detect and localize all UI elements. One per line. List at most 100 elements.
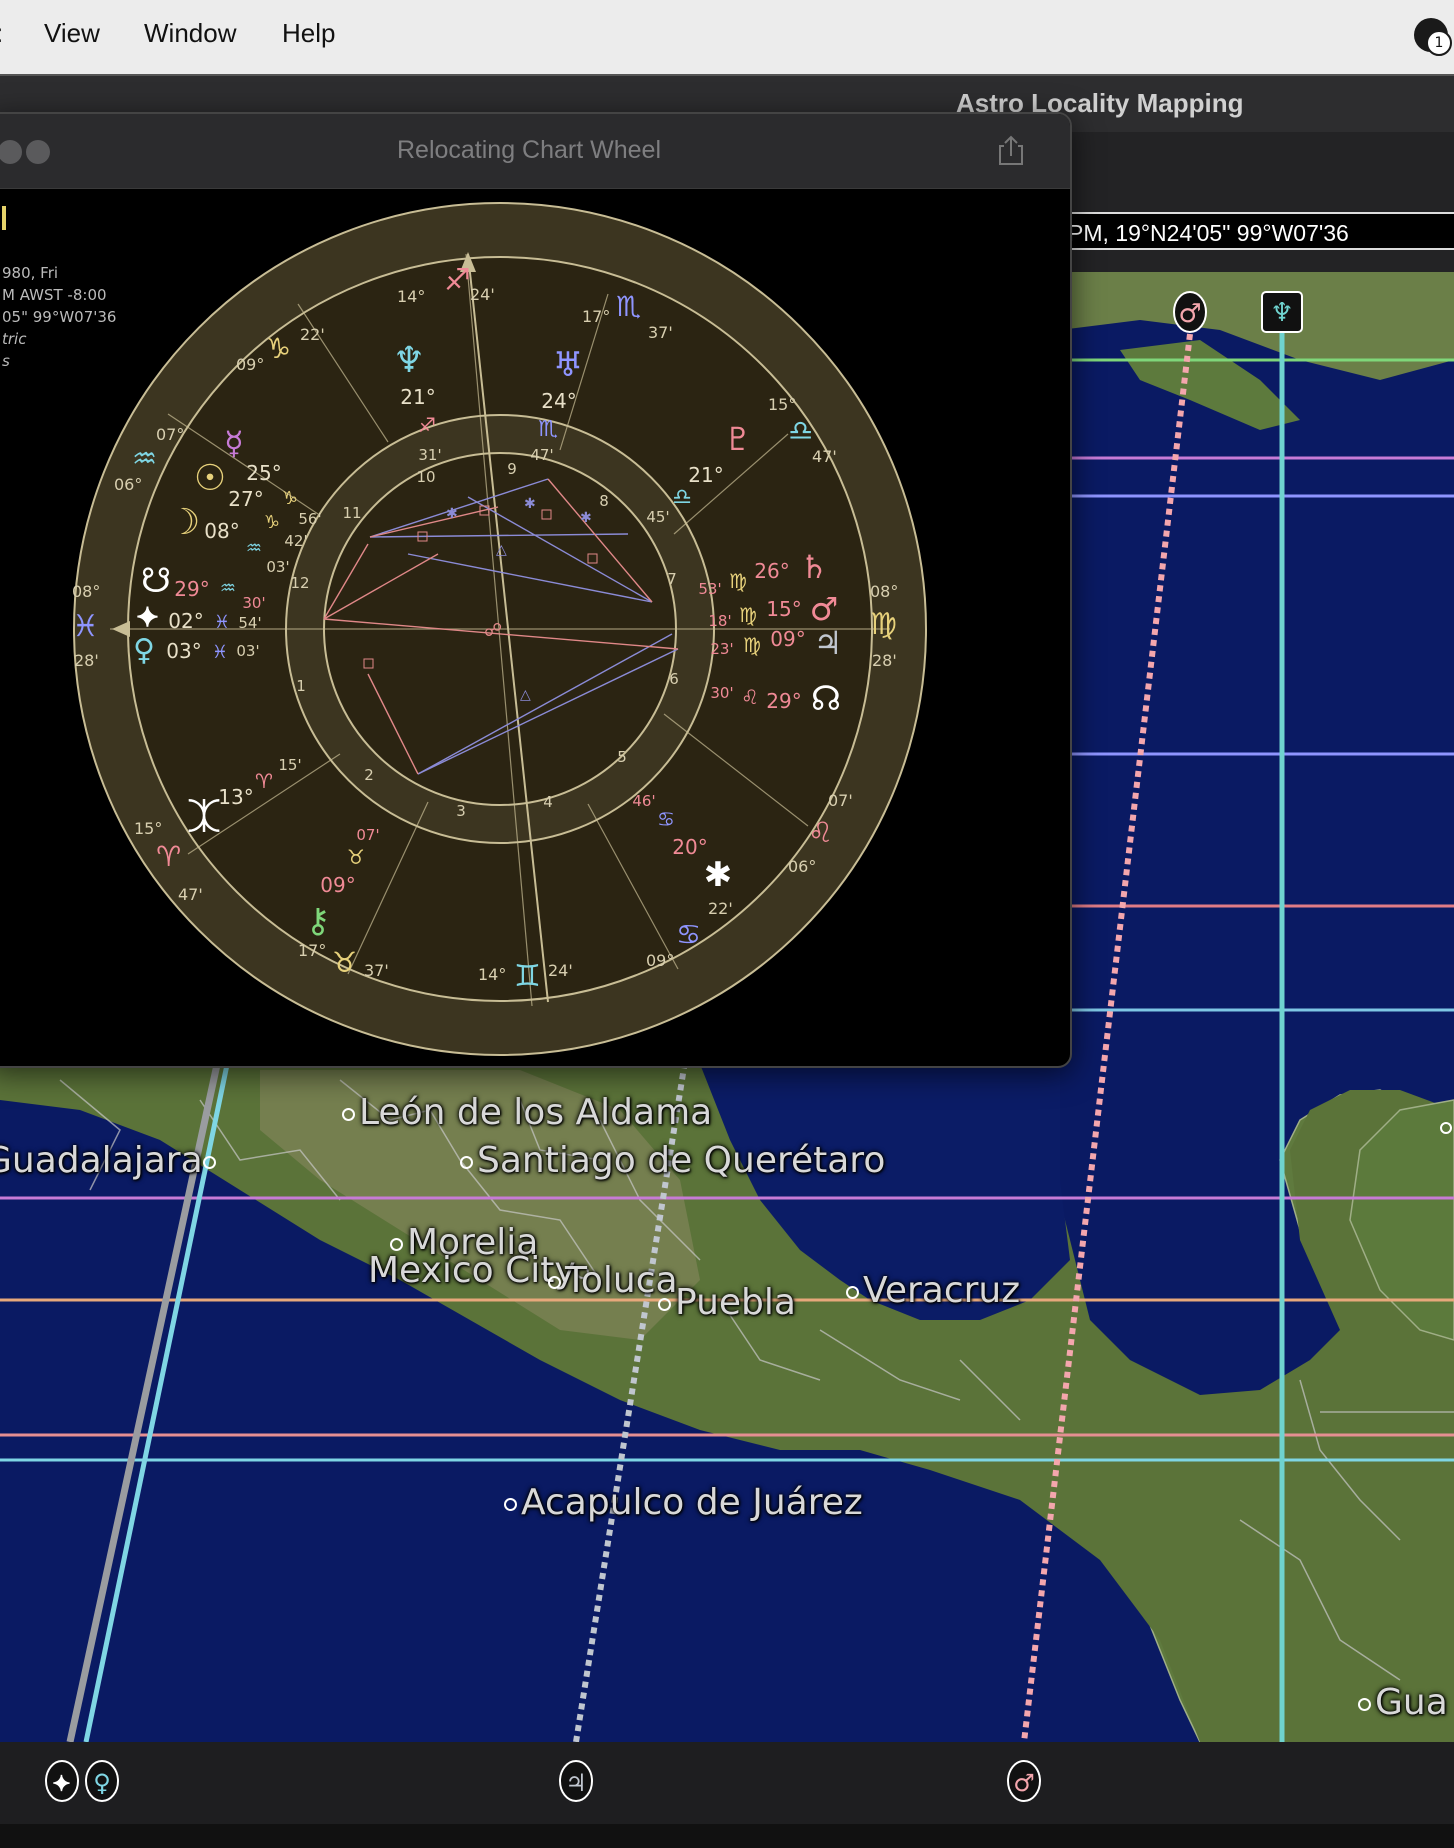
svg-text:21°: 21°: [400, 385, 435, 409]
menu-window[interactable]: Window: [144, 18, 236, 49]
svg-text:17°: 17°: [582, 307, 610, 326]
chart-wheel: ✱ ✱ ✱ △ △ ☍ 1 2 3 4 5 6 7 8 9 10 11 12 1…: [72, 202, 927, 1056]
svg-text:37': 37': [648, 323, 673, 342]
svg-text:2: 2: [364, 766, 374, 784]
svg-text:12: 12: [290, 574, 309, 592]
svg-text:♋: ♋: [676, 918, 701, 951]
bottom-bar: ⯌ ♀ ♃ ♂: [0, 1742, 1454, 1824]
location-field[interactable]: PM, 19°N24'05" 99°W07'36: [1060, 212, 1454, 250]
city-acapulco[interactable]: Acapulco de Juárez: [504, 1482, 863, 1523]
svg-text:☿: ☿: [224, 424, 244, 462]
svg-text:♀: ♀: [93, 1769, 111, 1797]
svg-text:10: 10: [416, 468, 435, 486]
svg-text:07': 07': [828, 791, 853, 810]
svg-text:9: 9: [507, 460, 517, 478]
svg-text:♍: ♍: [743, 633, 761, 657]
svg-text:47': 47': [530, 446, 553, 464]
svg-text:09°: 09°: [236, 355, 264, 374]
svg-text:♄: ♄: [800, 548, 829, 586]
svg-text:♓: ♓: [214, 612, 230, 633]
bottom-markers: ⯌ ♀ ♃ ♂: [45, 1760, 1041, 1802]
svg-text:♇: ♇: [724, 420, 753, 458]
svg-text:✱: ✱: [524, 496, 536, 512]
menu-view[interactable]: View: [44, 18, 100, 49]
svg-text:15°: 15°: [768, 395, 796, 414]
svg-text:♃: ♃: [565, 1769, 587, 1797]
svg-text:07°: 07°: [156, 425, 184, 444]
svg-text:♈: ♈: [255, 769, 273, 793]
city-dot: [390, 1237, 403, 1251]
svg-text:06°: 06°: [788, 857, 816, 876]
chart-wheel-window[interactable]: Relocating Chart Wheel 980, Fri M AWST -…: [0, 112, 1072, 1068]
top-marker-neptune[interactable]: ♆: [1261, 291, 1303, 333]
svg-text:14°: 14°: [397, 287, 425, 306]
svg-text:✱: ✱: [580, 510, 592, 526]
svg-text:18': 18': [708, 612, 731, 630]
svg-text:♈: ♈: [156, 840, 181, 873]
svg-text:47': 47': [178, 885, 203, 904]
svg-text:♍: ♍: [870, 607, 897, 642]
city-label: Gua: [1375, 1682, 1448, 1723]
city-dot: [658, 1297, 671, 1311]
bottom-marker-chiron[interactable]: ⯌: [45, 1760, 79, 1802]
city-leon[interactable]: León de los Aldama: [342, 1092, 712, 1133]
svg-text:4: 4: [543, 793, 553, 811]
svg-text:24°: 24°: [541, 389, 576, 413]
bottom-marker-mars[interactable]: ♂: [1007, 1760, 1041, 1802]
svg-text:21°: 21°: [688, 463, 723, 487]
svg-text:♍: ♍: [739, 603, 757, 627]
svg-text:5: 5: [617, 748, 627, 766]
svg-text:15°: 15°: [766, 597, 801, 621]
svg-text:08°: 08°: [72, 582, 100, 601]
city-label: León de los Aldama: [359, 1092, 713, 1133]
city-dot: [460, 1155, 473, 1169]
svg-text:♊: ♊: [514, 959, 541, 994]
svg-text:♎: ♎: [672, 485, 692, 510]
city-guatemala[interactable]: Gua: [1358, 1682, 1448, 1723]
svg-text:♂: ♂: [1013, 1769, 1035, 1797]
svg-text:22': 22': [300, 325, 325, 344]
svg-text:♅: ♅: [553, 345, 583, 385]
notification-icon[interactable]: 1: [1414, 18, 1452, 56]
city-dot: [342, 1107, 355, 1121]
svg-text:08°: 08°: [204, 519, 239, 543]
svg-text:⯌: ⯌: [136, 599, 159, 634]
svg-text:♌: ♌: [808, 816, 833, 849]
svg-text:6: 6: [669, 670, 679, 688]
bottom-marker-venus[interactable]: ♀: [85, 1760, 119, 1802]
svg-text:47': 47': [812, 447, 837, 466]
svg-text:29°: 29°: [174, 577, 209, 601]
svg-text:♑: ♑: [266, 332, 291, 365]
svg-text:17°: 17°: [298, 941, 326, 960]
menu-clipped-item[interactable]: :: [0, 18, 3, 49]
svg-text:42': 42': [284, 532, 307, 550]
svg-text:♆: ♆: [393, 340, 425, 381]
city-guadalajara[interactable]: Guadalajara: [0, 1140, 220, 1181]
svg-text:30': 30': [242, 594, 265, 612]
svg-text:02°: 02°: [168, 609, 203, 633]
svg-text:♂: ♂: [1178, 299, 1201, 329]
svg-text:8: 8: [599, 492, 609, 510]
svg-text:△: △: [520, 687, 531, 703]
svg-text:♆: ♆: [1270, 298, 1293, 328]
city-queretaro[interactable]: Santiago de Querétaro: [460, 1140, 885, 1181]
top-marker-mars[interactable]: ♂: [1173, 291, 1207, 333]
city-dot: [1358, 1697, 1371, 1711]
svg-text:13°: 13°: [218, 785, 253, 809]
city-veracruz[interactable]: Veracruz: [846, 1270, 1020, 1311]
svg-text:♉: ♉: [347, 845, 365, 869]
menu-help[interactable]: Help: [282, 18, 335, 49]
city-puebla[interactable]: Puebla: [658, 1282, 796, 1323]
svg-text:⚷: ⚷: [306, 901, 331, 941]
svg-text:28': 28': [74, 651, 99, 670]
svg-text:☋: ☋: [141, 561, 171, 601]
svg-text:♓: ♓: [72, 609, 99, 644]
svg-text:♐: ♐: [418, 413, 436, 437]
bottom-marker-jupiter[interactable]: ♃: [559, 1760, 593, 1802]
svg-text:☉: ☉: [194, 458, 226, 499]
svg-text:37': 37': [364, 961, 389, 980]
svg-text:⯰: ⯰: [187, 797, 221, 837]
svg-text:26°: 26°: [754, 559, 789, 583]
city-dot: [202, 1155, 216, 1169]
city-label: Puebla: [675, 1282, 796, 1323]
